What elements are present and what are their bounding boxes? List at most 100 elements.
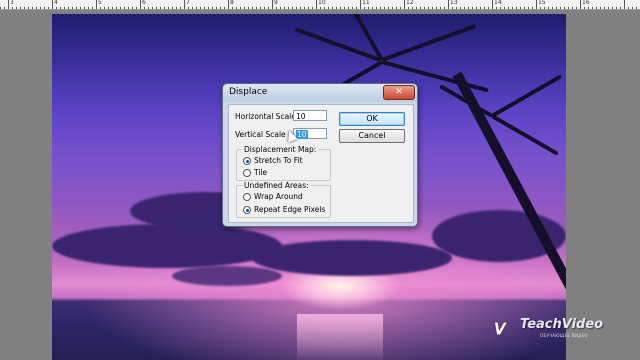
ruler-tick	[484, 7, 485, 9]
ruler-tick	[184, 0, 185, 9]
ruler-tick	[100, 7, 101, 9]
ruler-tick	[132, 7, 133, 9]
close-icon[interactable]: ✕	[383, 85, 415, 100]
ruler-tick	[280, 7, 281, 9]
ruler-tick	[52, 0, 53, 9]
ruler-tick	[128, 7, 129, 9]
horizontal-scale-input[interactable]: 10	[293, 110, 327, 121]
ruler-tick	[388, 7, 389, 9]
ruler-tick	[476, 7, 477, 9]
ruler-tick	[208, 7, 209, 9]
ruler-number: 14	[494, 0, 502, 6]
ruler-number: 10	[318, 0, 326, 6]
ruler-tick	[584, 7, 585, 9]
ruler-tick	[276, 7, 277, 9]
ruler-tick	[472, 7, 473, 9]
ruler-tick	[36, 7, 37, 9]
ruler-tick	[344, 7, 345, 9]
ruler-tick	[260, 7, 261, 9]
ruler-tick	[84, 7, 85, 9]
ruler-tick	[92, 7, 93, 9]
ruler-tick	[264, 7, 265, 9]
ruler-tick	[216, 7, 217, 9]
ruler-tick	[444, 7, 445, 9]
displace-dialog[interactable]: Displace ✕ Horizontal Scale 10 Vertical …	[222, 83, 418, 227]
ruler-number: 3	[10, 0, 14, 6]
ruler-tick	[560, 7, 561, 9]
ruler-tick	[352, 7, 353, 9]
ruler-tick	[256, 7, 257, 9]
ruler-tick	[464, 7, 465, 9]
ruler-number: 16	[582, 0, 590, 6]
ruler-tick	[528, 7, 529, 9]
ruler-tick	[232, 7, 233, 9]
radio-unselected-icon[interactable]	[243, 169, 251, 177]
ruler-tick	[220, 7, 221, 9]
cancel-button[interactable]: Cancel	[339, 129, 405, 143]
ruler-tick	[168, 7, 169, 9]
radio-label: Stretch To Fit	[254, 156, 303, 165]
ruler-tick	[20, 7, 21, 9]
palm-trunk	[452, 71, 566, 342]
ruler-tick	[376, 7, 377, 9]
ruler-number: 5	[98, 0, 102, 6]
ruler-tick	[288, 7, 289, 9]
ruler-tick	[0, 7, 1, 9]
ruler-number: 9	[274, 0, 278, 6]
ruler-tick	[608, 7, 609, 9]
ruler-tick	[628, 7, 629, 9]
ruler-tick	[552, 7, 553, 9]
teachvideo-watermark: 𝘷 TeachVideo ОБУЧАЮЩЕЕ ВИДЕО	[494, 314, 630, 344]
ruler-tick	[620, 7, 621, 9]
dialog-title: Displace	[229, 87, 268, 97]
ruler-tick	[224, 7, 225, 9]
cloud	[252, 240, 452, 276]
ok-button[interactable]: OK	[339, 112, 405, 126]
ruler-tick	[556, 7, 557, 9]
palm-frond	[381, 23, 477, 62]
ruler-tick	[12, 7, 13, 9]
ruler-tick	[292, 7, 293, 9]
ruler-tick	[244, 7, 245, 9]
ruler-tick	[404, 0, 405, 9]
ruler-tick	[200, 7, 201, 9]
ruler-tick	[320, 7, 321, 9]
ruler-tick	[396, 7, 397, 9]
dialog-content: Horizontal Scale 10 Vertical Scale 10 OK…	[228, 104, 414, 223]
top-ruler[interactable]: 3 4 5 6 7 8 9 10 11 12 13 14 15 16	[0, 0, 640, 10]
ruler-number: 8	[230, 0, 234, 6]
ruler-tick	[312, 7, 313, 9]
ruler-tick	[460, 7, 461, 9]
ruler-tick	[432, 7, 433, 9]
ruler-number: 11	[362, 0, 370, 6]
ruler-tick	[512, 7, 513, 9]
cloud	[52, 224, 282, 268]
ruler-tick	[604, 7, 605, 9]
ruler-tick	[492, 0, 493, 9]
dialog-titlebar[interactable]: Displace ✕	[223, 84, 417, 102]
radio-selected-icon[interactable]	[243, 206, 251, 214]
ruler-number: 12	[406, 0, 414, 6]
ruler-tick	[296, 7, 297, 9]
ruler-tick	[636, 7, 637, 9]
ruler-number: 15	[538, 0, 546, 6]
vertical-scale-input[interactable]: 10	[293, 128, 327, 139]
radio-label: Tile	[254, 168, 268, 177]
watermark-name: TeachVideo	[520, 317, 604, 332]
radio-selected-icon[interactable]	[243, 157, 251, 165]
ruler-tick	[336, 7, 337, 9]
ruler-tick	[44, 7, 45, 9]
ruler-number: 4	[54, 0, 58, 6]
undefined-areas-title: Undefined Areas:	[242, 181, 311, 190]
radio-unselected-icon[interactable]	[243, 193, 251, 201]
ruler-tick	[268, 7, 269, 9]
ruler-tick	[456, 7, 457, 9]
ruler-tick	[544, 7, 545, 9]
ruler-tick	[324, 7, 325, 9]
sun-reflection	[297, 314, 383, 360]
ruler-tick	[136, 7, 137, 9]
undefined-areas-group: Undefined Areas: Wrap Around Repeat Edge…	[236, 181, 331, 218]
teachvideo-logo-icon: 𝘷	[494, 315, 506, 339]
ruler-tick	[24, 7, 25, 9]
ruler-tick	[96, 0, 97, 9]
